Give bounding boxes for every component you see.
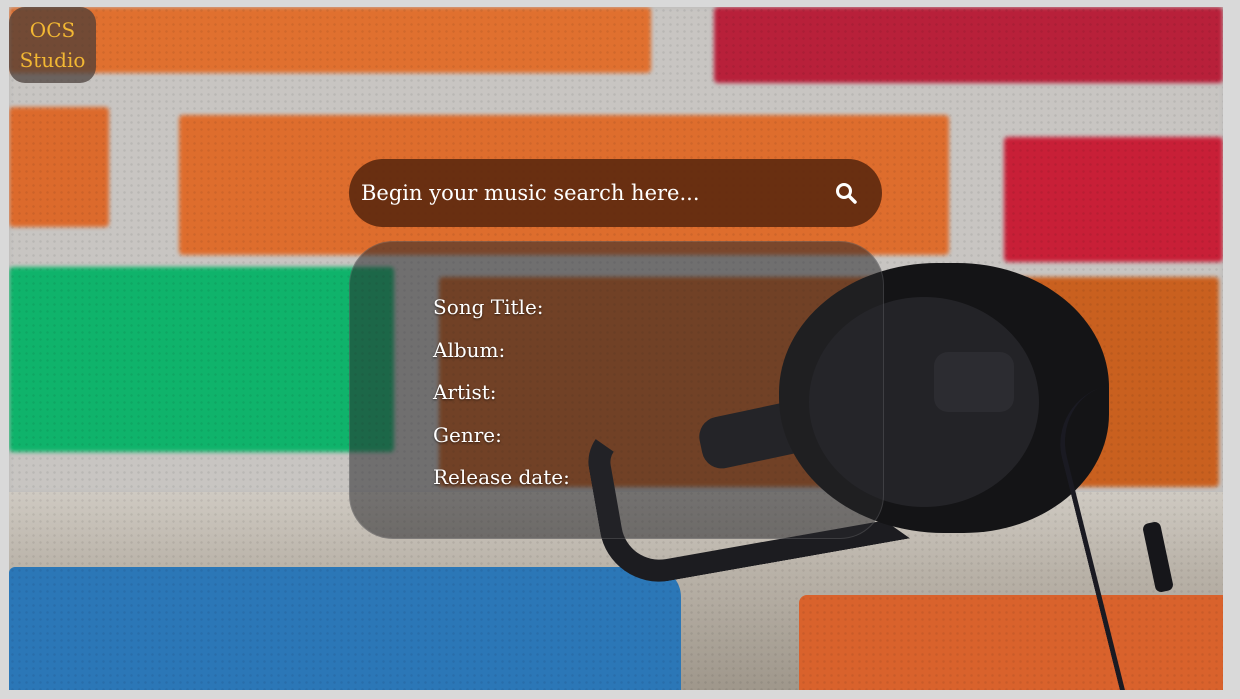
logo-line-1: OCS (29, 18, 76, 42)
artist-label: Artist: (433, 380, 497, 404)
search-button[interactable] (824, 171, 868, 215)
logo-line-2: Studio (19, 48, 86, 72)
song-info-panel: Song Title: Album: Artist: Genre: Releas… (349, 241, 884, 539)
headphones-hinge (934, 352, 1014, 412)
release-date-label: Release date: (433, 465, 570, 489)
song-info-list: Song Title: Album: Artist: Genre: Releas… (433, 292, 570, 505)
search-bar (349, 159, 882, 227)
search-icon (836, 183, 857, 204)
album-label: Album: (433, 337, 506, 362)
search-input[interactable] (359, 172, 824, 214)
studio-logo[interactable]: OCS Studio (9, 7, 96, 83)
genre-label: Genre: (433, 422, 502, 447)
song-title-label: Song Title: (433, 295, 544, 319)
